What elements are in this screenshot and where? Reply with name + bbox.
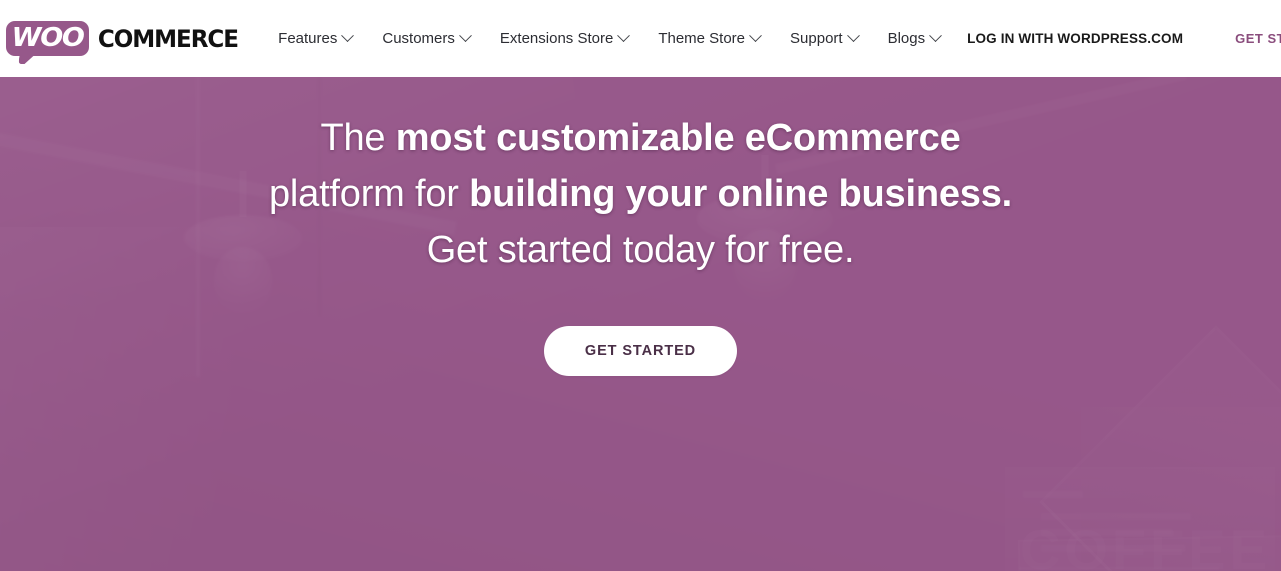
- nav-item-label: Customers: [382, 30, 455, 47]
- nav-item-support[interactable]: Support: [775, 0, 873, 77]
- nav-item-extensions-store[interactable]: Extensions Store: [485, 0, 643, 77]
- logo-commerce-text: COMMERCE: [98, 24, 239, 53]
- page-root: WOO COMMERCE Features Customers Extensio…: [0, 0, 1281, 571]
- site-header: WOO COMMERCE Features Customers Extensio…: [0, 0, 1281, 77]
- login-with-wordpress-link[interactable]: LOG IN WITH WORDPRESS.COM: [955, 31, 1195, 46]
- logo-badge: WOO: [6, 21, 90, 56]
- nav-item-features[interactable]: Features: [263, 0, 367, 77]
- primary-navigation: Features Customers Extensions Store Them…: [263, 0, 1195, 77]
- chevron-down-icon: [929, 29, 942, 43]
- hero-heading-bold-1: most customizable eCommerce: [395, 117, 961, 159]
- hero-heading-line-2: platform for building your online busine…: [0, 166, 1281, 222]
- nav-item-label: Features: [278, 30, 338, 47]
- chevron-down-icon: [749, 29, 762, 43]
- chevron-down-icon: [846, 29, 860, 43]
- nav-item-label: Theme Store: [658, 30, 746, 47]
- hero-heading: The most customizable eCommerce platform…: [0, 110, 1281, 278]
- hero-heading-line-3: Get started today for free.: [426, 229, 855, 271]
- nav-item-blogs[interactable]: Blogs: [873, 0, 956, 77]
- hero-heading-line-1: The most customizable eCommerce: [0, 110, 1281, 166]
- nav-item-label: Blogs: [887, 30, 926, 47]
- nav-item-label: Extensions Store: [499, 30, 614, 47]
- nav-item-theme-store[interactable]: Theme Store: [643, 0, 775, 77]
- chevron-down-icon: [459, 29, 472, 43]
- hero-get-started-button[interactable]: GET STARTED: [543, 326, 738, 376]
- hero-content: The most customizable eCommerce platform…: [0, 77, 1281, 376]
- hero-heading-light-1: The: [320, 117, 396, 159]
- hero-heading-light-2: platform for: [268, 173, 470, 215]
- header-get-started-link[interactable]: GET STARTED: [1195, 31, 1281, 46]
- nav-item-customers[interactable]: Customers: [367, 0, 485, 77]
- chevron-down-icon: [617, 29, 631, 43]
- hero-section: COFFEE The most customizable eCommerce p…: [0, 77, 1281, 571]
- header-right-actions: GET STARTED: [1195, 24, 1281, 54]
- nav-item-label: Support: [790, 30, 843, 47]
- hero-heading-bold-2: building your online business.: [469, 173, 1013, 215]
- chevron-down-icon: [341, 29, 355, 43]
- woocommerce-logo[interactable]: WOO COMMERCE: [6, 21, 241, 56]
- logo-woo-text: WOO: [11, 23, 85, 53]
